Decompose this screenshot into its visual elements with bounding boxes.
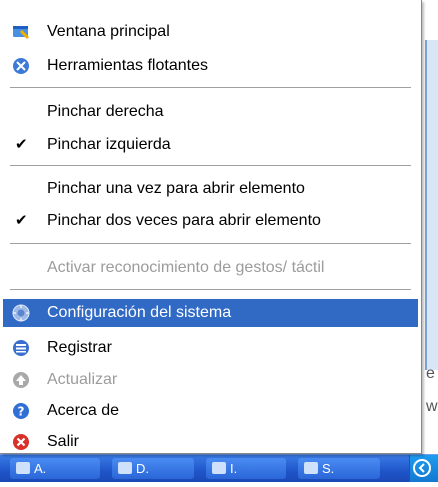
menu-item-click-left[interactable]: ✔ Pinchar izquierda (3, 131, 418, 159)
taskbar-button[interactable]: I. (206, 458, 286, 479)
menu-item-exit[interactable]: Salir (3, 428, 418, 456)
background-partial-text: w (426, 398, 438, 415)
taskbar: A. D. I. S. (0, 454, 438, 482)
menu-separator (10, 87, 411, 89)
tray-arrow-icon (413, 459, 431, 477)
svg-text:?: ? (18, 405, 25, 419)
menu-separator (10, 289, 411, 291)
about-icon: ? (13, 403, 29, 419)
checkmark-icon: ✔ (15, 212, 28, 229)
app-icon (16, 462, 30, 474)
menu-item-update[interactable]: Actualizar (3, 366, 418, 394)
context-menu: Ventana principal Herramientas flotantes… (0, 0, 422, 454)
floating-tools-icon (13, 58, 29, 74)
update-icon (13, 372, 29, 388)
system-tray[interactable] (409, 455, 438, 482)
folder-icon (212, 462, 226, 474)
system-settings-icon (12, 304, 30, 322)
menu-item-system-settings[interactable]: Configuración del sistema (3, 299, 418, 327)
menu-item-register[interactable]: Registrar (3, 334, 418, 362)
menu-separator (10, 243, 411, 245)
main-window-icon (13, 26, 30, 40)
background-partial-text: e (426, 365, 435, 382)
document-icon (118, 462, 132, 474)
menu-item-main-window[interactable]: Ventana principal (3, 18, 418, 46)
taskbar-button[interactable]: S. (298, 458, 380, 479)
menu-item-about[interactable]: ? Acerca de (3, 397, 418, 425)
app-icon (304, 462, 318, 474)
menu-item-floating-tools[interactable]: Herramientas flotantes (3, 52, 418, 80)
menu-item-gesture-recognition[interactable]: Activar reconocimiento de gestos/ táctil (3, 254, 418, 282)
register-icon (13, 340, 29, 356)
menu-separator (10, 165, 411, 167)
exit-icon (13, 434, 29, 450)
menu-item-single-click-open[interactable]: Pinchar una vez para abrir elemento (3, 175, 418, 203)
menu-item-click-right[interactable]: Pinchar derecha (3, 98, 418, 126)
menu-item-double-click-open[interactable]: ✔ Pinchar dos veces para abrir elemento (3, 207, 418, 235)
checkmark-icon: ✔ (15, 136, 28, 153)
taskbar-button[interactable]: A. (10, 458, 100, 479)
background-window-edge (425, 40, 438, 370)
taskbar-button[interactable]: D. (112, 458, 194, 479)
